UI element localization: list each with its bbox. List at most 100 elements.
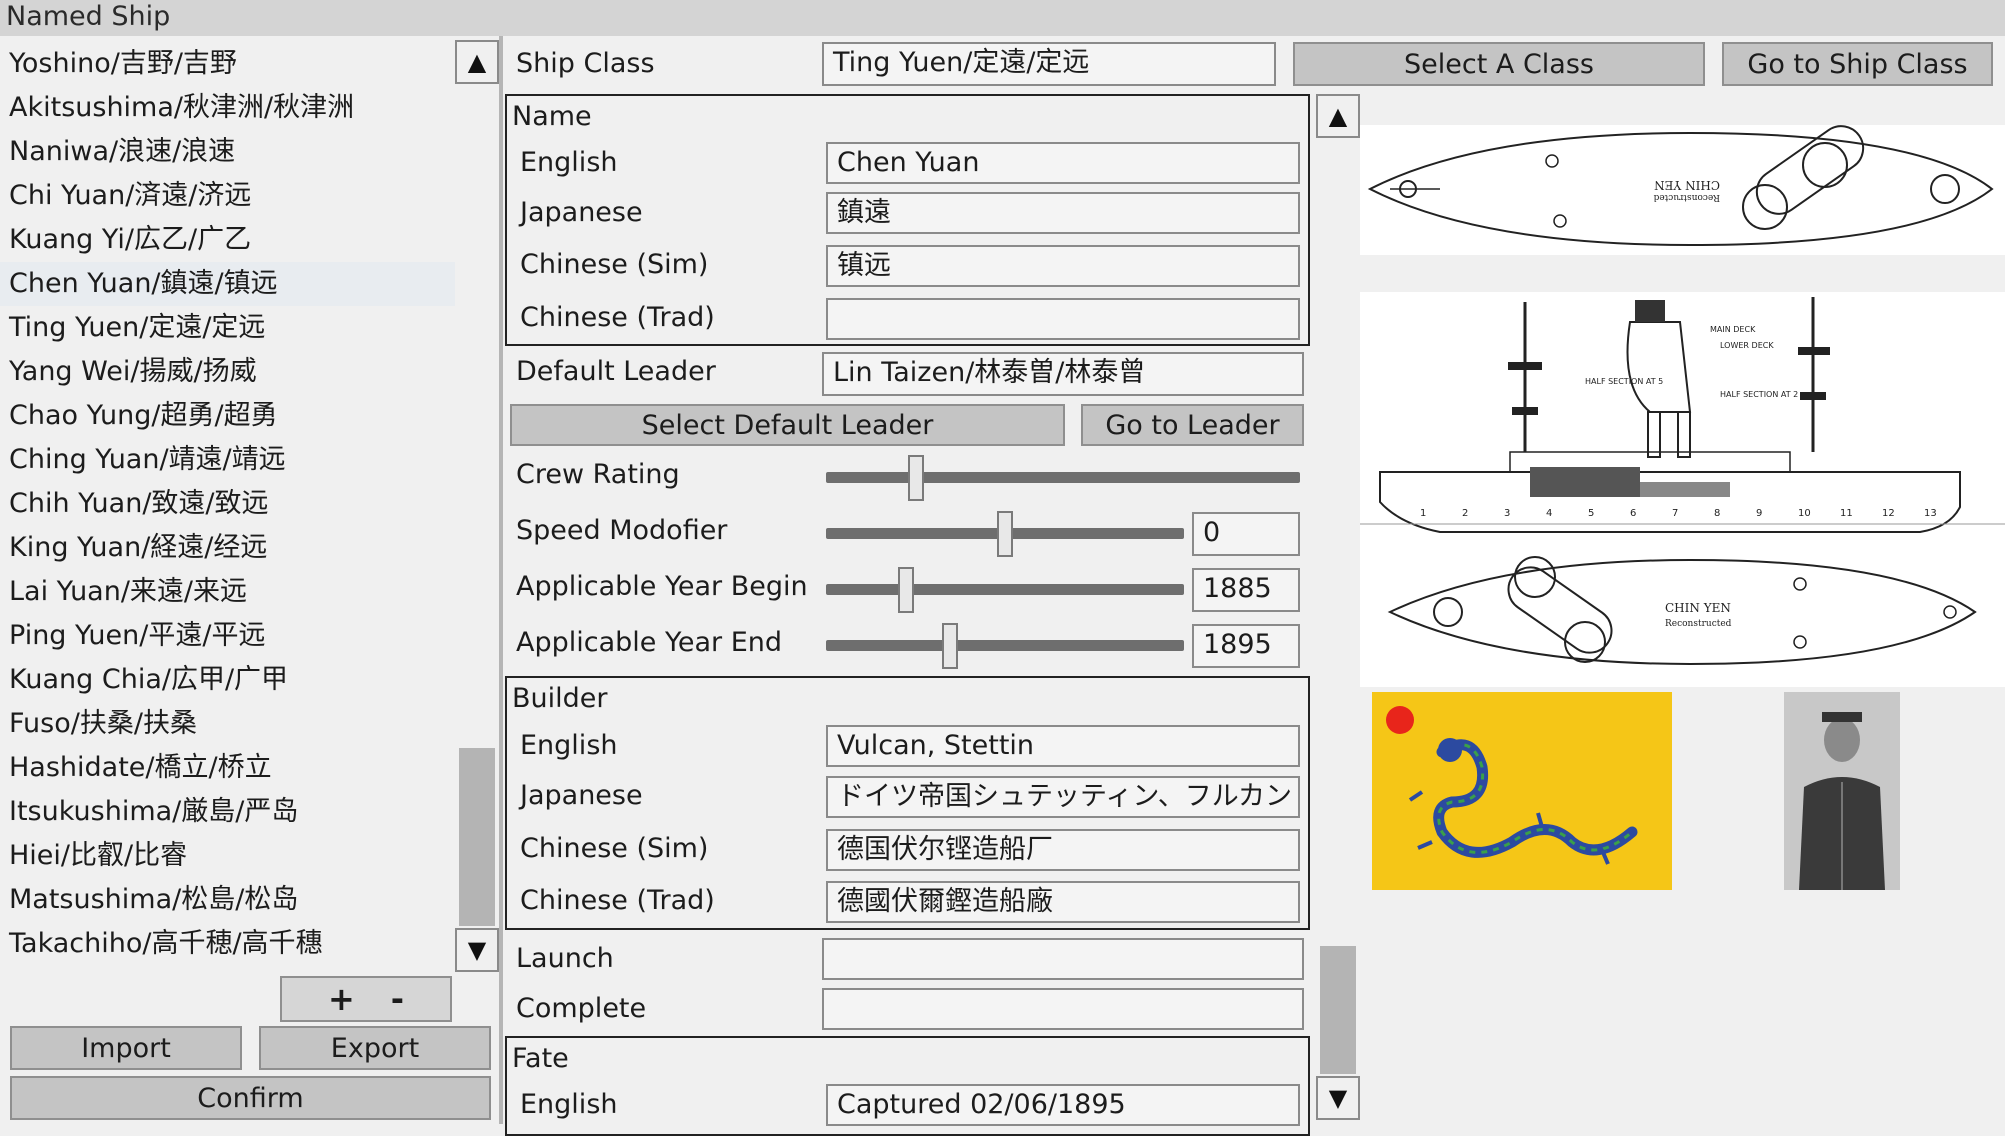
crew-rating-handle[interactable] (908, 455, 924, 501)
arrow-up-icon: ▲ (1328, 102, 1348, 130)
ship-list-item[interactable]: Chi Yuan/済遠/济远 (0, 174, 455, 218)
ship-list-item[interactable]: Ting Yuen/定遠/定远 (0, 306, 455, 350)
ship-list-item[interactable]: Kuang Yi/広乙/广乙 (0, 218, 455, 262)
ship-list-item[interactable]: Lai Yuan/来遠/来远 (0, 570, 455, 614)
launch-label: Launch (516, 943, 614, 974)
default-leader-label: Default Leader (516, 356, 716, 387)
name-chinese-trad-field[interactable] (826, 298, 1300, 340)
ship-list-item[interactable]: Naniwa/浪速/浪速 (0, 130, 455, 174)
ship-list-item[interactable]: Takachiho/高千穂/高千穗 (0, 922, 455, 964)
speed-modifier-label: Speed Modofier (516, 515, 728, 546)
section-note-5: HALF SECTION AT 5 (1585, 377, 1663, 386)
list-scroll-up-button[interactable]: ▲ (455, 40, 499, 84)
ship-list-item[interactable]: King Yuan/経遠/经远 (0, 526, 455, 570)
ship-list-item[interactable]: Akitsushima/秋津洲/秋津洲 (0, 86, 455, 130)
bottom-plan-caption: CHIN YEN (1665, 601, 1731, 615)
builder-english-label: English (520, 730, 618, 761)
ship-list-item[interactable]: Kuang Chia/広甲/广甲 (0, 658, 455, 702)
crew-rating-slider[interactable] (826, 455, 1300, 501)
year-end-field[interactable]: 1895 (1192, 624, 1300, 668)
year-begin-slider[interactable] (826, 567, 1184, 613)
ship-list-item[interactable]: Chen Yuan/鎮遠/镇远 (0, 262, 455, 306)
ship-list-item[interactable]: Yoshino/吉野/吉野 (0, 42, 455, 86)
import-button[interactable]: Import (10, 1026, 242, 1070)
deck-plan-drawing: CHIN YEN Reconstructed (1367, 125, 1994, 247)
go-to-leader-button[interactable]: Go to Leader (1081, 404, 1304, 446)
name-group-title: Name (512, 101, 592, 132)
go-to-ship-class-button[interactable]: Go to Ship Class (1722, 42, 1993, 86)
complete-field[interactable] (822, 988, 1304, 1030)
ship-list-item[interactable]: Hiei/比叡/比睿 (0, 834, 455, 878)
launch-field[interactable] (822, 938, 1304, 980)
ship-list[interactable]: Yoshino/吉野/吉野 Akitsushima/秋津洲/秋津洲 Naniwa/浪… (0, 42, 455, 964)
name-chinese-sim-field[interactable]: 镇远 (826, 245, 1300, 287)
bottom-plan-subcaption: Reconstructed (1665, 619, 1732, 629)
export-button[interactable]: Export (259, 1026, 491, 1070)
builder-chinese-trad-label: Chinese (Trad) (520, 885, 715, 916)
form-scrollbar-thumb[interactable] (1320, 946, 1356, 1074)
fate-english-field[interactable]: Captured 02/06/1895 (826, 1084, 1300, 1126)
list-scroll-down-button[interactable]: ▼ (455, 928, 499, 972)
speed-modifier-handle[interactable] (997, 511, 1013, 557)
profile-drawing: MAIN DECK LOWER DECK HALF SECTION AT 5 H… (1360, 297, 2005, 666)
year-begin-field[interactable]: 1885 (1192, 568, 1300, 612)
builder-chinese-trad-field[interactable]: 德國伏爾鏗造船廠 (826, 881, 1300, 923)
name-english-label: English (520, 147, 618, 178)
list-scrollbar-thumb[interactable] (459, 748, 495, 926)
ship-list-item[interactable]: Ping Yuen/平遠/平远 (0, 614, 455, 658)
ship-class-field[interactable]: Ting Yuen/定遠/定远 (822, 42, 1276, 86)
confirm-button[interactable]: Confirm (10, 1076, 491, 1120)
year-begin-track[interactable] (826, 584, 1184, 595)
frame-numbers: 1 2 3 4 5 6 7 8 9 10 11 12 13 (1420, 508, 1937, 519)
frame-number-label: 7 (1672, 508, 1678, 519)
frame-number-label: 3 (1504, 508, 1510, 519)
frame-number-label: 13 (1924, 508, 1937, 519)
ship-list-item[interactable]: Itsukushima/厳島/严岛 (0, 790, 455, 834)
builder-japanese-field[interactable]: ドイツ帝国シュテッティン、フルカン (826, 776, 1300, 818)
builder-chinese-sim-field[interactable]: 德国伏尔铿造船厂 (826, 829, 1300, 871)
name-chinese-sim-label: Chinese (Sim) (520, 249, 709, 280)
ship-list-item[interactable]: Chao Yung/超勇/超勇 (0, 394, 455, 438)
form-scrollbar-track[interactable] (1318, 138, 1358, 1078)
arrow-up-icon: ▲ (467, 48, 487, 76)
form-scroll-down-button[interactable]: ▼ (1316, 1076, 1360, 1120)
year-begin-handle[interactable] (898, 567, 914, 613)
ship-list-item[interactable]: Fuso/扶桑/扶桑 (0, 702, 455, 746)
year-end-track[interactable] (826, 640, 1184, 651)
select-class-button[interactable]: Select A Class (1293, 42, 1705, 86)
arrow-down-icon: ▼ (467, 936, 487, 964)
year-end-slider[interactable] (826, 623, 1184, 669)
portrait-drawing (1784, 692, 1900, 890)
builder-japanese-label: Japanese (520, 780, 643, 811)
form-scroll-up-button[interactable]: ▲ (1316, 94, 1360, 138)
arrow-down-icon: ▼ (1328, 1084, 1348, 1112)
add-remove-group: + - (280, 976, 452, 1022)
speed-modifier-slider[interactable] (826, 511, 1184, 557)
default-leader-field[interactable]: Lin Taizen/林泰曽/林泰曾 (822, 352, 1304, 396)
builder-english-field[interactable]: Vulcan, Stettin (826, 725, 1300, 767)
ship-list-item[interactable]: Chih Yuan/致遠/致远 (0, 482, 455, 526)
crew-rating-track[interactable] (826, 472, 1300, 483)
frame-number-label: 1 (1420, 508, 1426, 519)
frame-number-label: 4 (1546, 508, 1552, 519)
select-default-leader-button[interactable]: Select Default Leader (510, 404, 1065, 446)
add-ship-button[interactable]: + (328, 980, 355, 1018)
frame-number-label: 9 (1756, 508, 1762, 519)
frame-number-label: 10 (1798, 508, 1811, 519)
builder-chinese-sim-label: Chinese (Sim) (520, 833, 709, 864)
speed-modifier-field[interactable]: 0 (1192, 512, 1300, 556)
remove-ship-button[interactable]: - (391, 980, 404, 1018)
frame-number-label: 12 (1882, 508, 1895, 519)
ship-list-item[interactable]: Yang Wei/揚威/扬威 (0, 350, 455, 394)
name-japanese-field[interactable]: 鎮遠 (826, 192, 1300, 234)
fate-english-label: English (520, 1089, 618, 1120)
year-end-label: Applicable Year End (516, 627, 783, 658)
window-title: Named Ship (0, 0, 2005, 36)
builder-group-title: Builder (512, 683, 608, 714)
ship-list-item[interactable]: Ching Yuan/靖遠/靖远 (0, 438, 455, 482)
deck-plan-subcaption: Reconstructed (1653, 192, 1720, 202)
ship-list-item[interactable]: Hashidate/橋立/桥立 (0, 746, 455, 790)
ship-list-item[interactable]: Matsushima/松島/松岛 (0, 878, 455, 922)
name-english-field[interactable]: Chen Yuan (826, 142, 1300, 184)
year-end-handle[interactable] (942, 623, 958, 669)
